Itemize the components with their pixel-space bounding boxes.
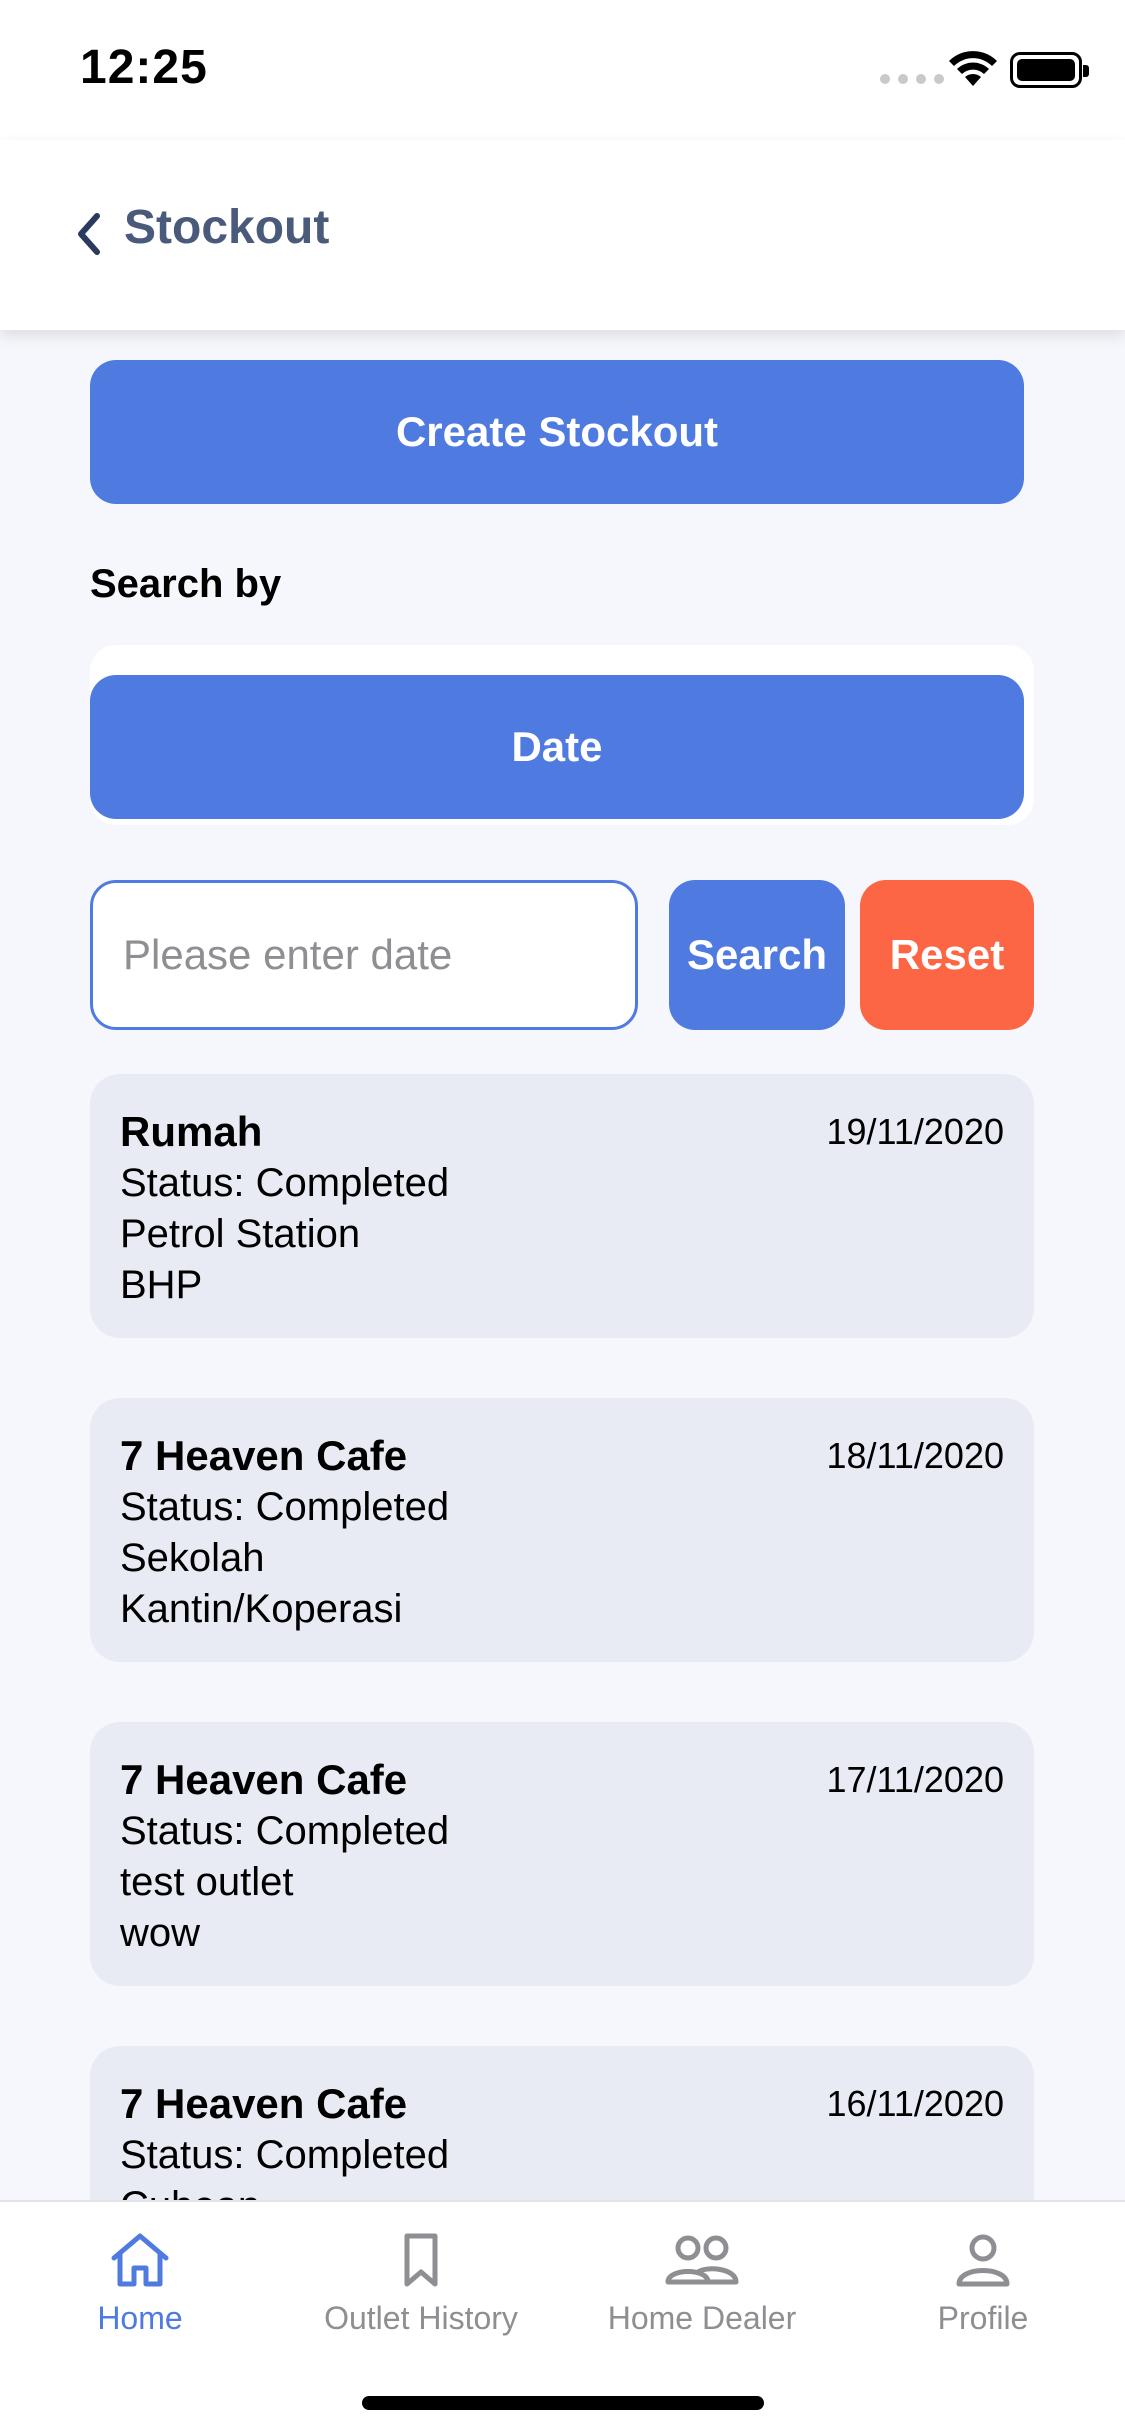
search-by-label: Search by (90, 562, 282, 606)
cellular-signal-icon (880, 74, 944, 84)
tab-home-dealer[interactable]: Home Dealer (562, 2232, 842, 2337)
stockout-screen: 12:25 Stockout Create Stockout Search by… (0, 0, 1125, 2436)
outlet-type: Sekolah (120, 1536, 265, 1580)
stockout-status: Status: Completed (120, 2133, 450, 2177)
outlet-type: Cubean (120, 2181, 1004, 2200)
outlet-subtype: BHP (120, 1263, 203, 1307)
search-button[interactable]: Search (669, 880, 845, 1030)
home-icon (111, 2233, 169, 2287)
tab-label: Outlet History (324, 2300, 518, 2336)
date-input[interactable] (90, 880, 638, 1030)
home-indicator (362, 2396, 764, 2410)
outlet-type: Petrol Station (120, 1212, 361, 1256)
stockout-date: 19/11/2020 (826, 1111, 1004, 1152)
wifi-icon (949, 51, 997, 86)
tab-label: Profile (937, 2300, 1029, 2336)
tab-outlet-history[interactable]: Outlet History (281, 2232, 561, 2337)
stockout-card[interactable]: 7 Heaven Cafe Status: Completed Cubean 1… (90, 2046, 1034, 2200)
tab-home[interactable]: Home (0, 2232, 280, 2337)
stockout-status: Status: Completed (120, 1809, 450, 1853)
stockout-card[interactable]: Rumah Status: Completed Petrol Station B… (90, 1074, 1034, 1338)
bookmark-icon (404, 2233, 438, 2287)
outlet-type: test outlet (120, 1860, 294, 1904)
filter-option-date[interactable]: Date (90, 675, 1024, 819)
stockout-list: Rumah Status: Completed Petrol Station B… (90, 1074, 1034, 2200)
people-icon (665, 2235, 739, 2285)
status-time: 12:25 (80, 41, 208, 94)
tab-label: Home (97, 2300, 183, 2336)
page-title: Stockout (124, 201, 330, 254)
battery-icon (1010, 52, 1089, 88)
status-bar: 12:25 (0, 0, 1125, 140)
create-stockout-button[interactable]: Create Stockout (90, 360, 1024, 504)
person-icon (956, 2234, 1010, 2287)
outlet-subtype: Kantin/Koperasi (120, 1587, 403, 1631)
nav-header: Stockout (0, 140, 1125, 330)
reset-button[interactable]: Reset (860, 880, 1034, 1030)
stockout-card[interactable]: 7 Heaven Cafe Status: Completed Sekolah … (90, 1398, 1034, 1662)
outlet-subtype: wow (120, 1911, 201, 1955)
stockout-status: Status: Completed (120, 1485, 450, 1529)
stockout-date: 18/11/2020 (826, 1435, 1004, 1476)
stockout-date: 17/11/2020 (826, 1759, 1004, 1800)
stockout-date: 16/11/2020 (826, 2083, 1004, 2124)
back-button[interactable] (66, 202, 110, 266)
search-filter-selector: Date (90, 645, 1034, 825)
tab-label: Home Dealer (607, 2300, 797, 2336)
stockout-card[interactable]: 7 Heaven Cafe Status: Completed test out… (90, 1722, 1034, 1986)
stockout-status: Status: Completed (120, 1161, 450, 1205)
tab-profile[interactable]: Profile (843, 2232, 1123, 2337)
main-content: Create Stockout Search by Date Search Re… (0, 330, 1125, 2200)
chevron-left-icon (78, 213, 100, 255)
